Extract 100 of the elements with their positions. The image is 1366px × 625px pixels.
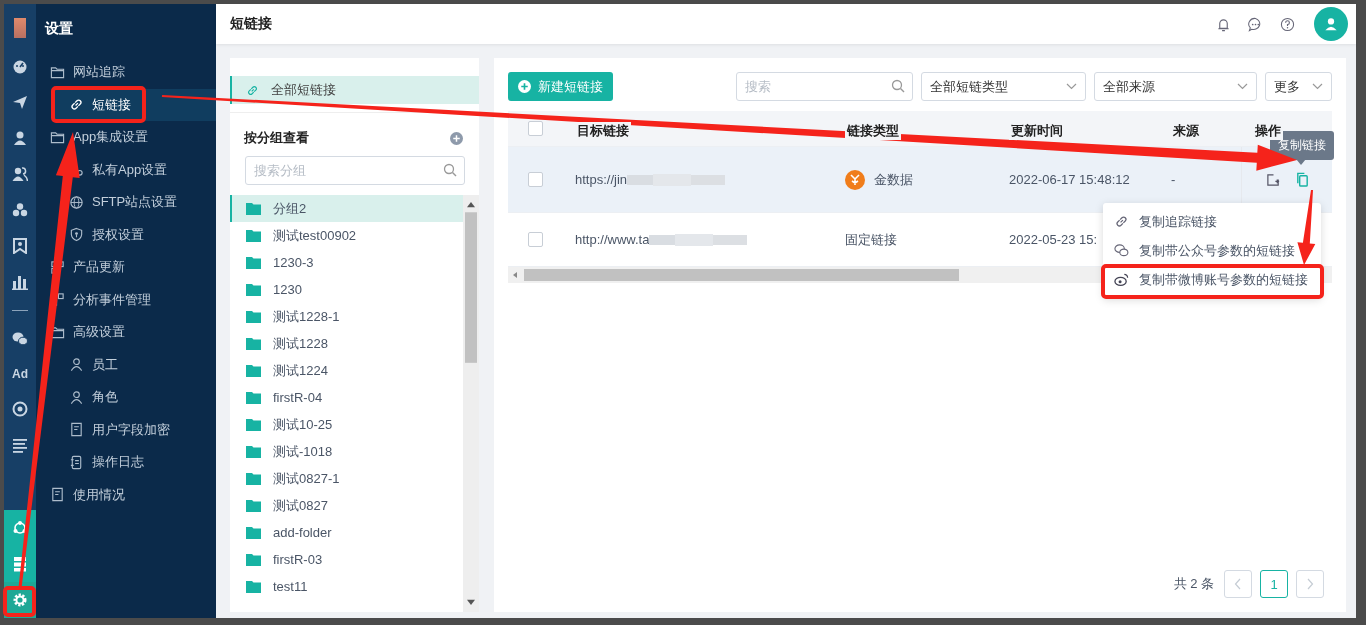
caret-icon [1312,83,1323,90]
section-heading: 按分组查看 [244,129,309,147]
menu-item[interactable]: 复制带公众号参数的短链接 [1103,236,1321,265]
folder-icon [50,129,65,145]
menu-item[interactable]: SFTP站点设置 [52,186,216,219]
folder-icon [246,472,261,485]
folder-icon [246,391,261,404]
paper-plane-icon[interactable] [12,94,28,110]
link-icon [246,83,259,97]
more-button[interactable]: 更多 [1265,72,1332,101]
table-cell-text: 2022-05-23 15: [1008,232,1099,247]
annotation-frame [3,586,36,617]
group-item[interactable]: firstR-03 [230,546,463,573]
person-icon [69,389,84,405]
help-icon[interactable] [1280,16,1295,32]
globe-icon [69,194,84,210]
search-field[interactable]: 搜索分组 [245,156,465,185]
group-item[interactable]: test11 [230,573,463,600]
search-field[interactable]: 搜索 [736,72,913,101]
tooltip-pointer [1296,159,1306,165]
chat-icon[interactable] [1248,16,1263,32]
column-header: 来源 [1171,122,1201,140]
menu-item[interactable]: 授权设置 [52,218,216,251]
group-item[interactable]: 测试10-25 [230,411,463,438]
folder-icon [246,283,261,296]
menu-item[interactable]: 使用情况 [36,478,216,511]
eye-icon [1114,272,1129,287]
menu-title: 设置 [43,19,74,38]
group-item[interactable]: 测试1228 [230,330,463,357]
lines-icon[interactable] [12,437,28,453]
table-cell-text: 2022-06-17 15:48:12 [1008,172,1131,187]
edit-icon[interactable] [1266,172,1281,187]
folder-icon [246,337,261,350]
avatar[interactable] [1314,7,1348,41]
menu-item[interactable]: 网站追踪 [36,56,216,89]
gauge-icon[interactable] [12,58,28,74]
user-icon[interactable] [12,130,28,146]
page-title: 短链接 [230,15,273,33]
all-links-item[interactable]: 全部短链接 [230,76,479,104]
group-item[interactable]: 测试0827 [230,492,463,519]
menu-item[interactable]: 操作日志 [52,446,216,479]
folder-icon [246,310,261,323]
chat-bubbles-icon [1114,243,1129,258]
folder-icon [246,364,261,377]
menu-item[interactable]: 复制带微博账号参数的短链接 [1103,265,1321,294]
link-icon [1114,214,1129,229]
table-cell-text: https://jin [574,172,628,187]
search-icon [891,79,905,93]
checkbox[interactable] [528,172,543,187]
source-select[interactable]: 全部来源 [1094,72,1257,101]
menu-item[interactable]: App集成设置 [36,121,216,154]
group-item[interactable]: 分组2 [230,195,463,222]
group-item[interactable]: 测试test00902 [230,222,463,249]
chevron-right-icon [1306,578,1314,590]
column-header: 目标链接 [575,122,631,140]
settings-icon [12,592,28,608]
link-icon [69,97,84,113]
group-item[interactable]: firstR-04 [230,384,463,411]
group-item[interactable]: 测试1228-1 [230,303,463,330]
disc-icon[interactable] [12,401,28,417]
table-cell: 金数据 [874,170,913,189]
folder-icon [246,499,261,512]
add-icon[interactable] [450,131,463,145]
table-cell-text: http://www.ta [574,232,650,247]
table-cell-text: - [1170,172,1177,187]
menu-item[interactable]: 员工 [52,348,216,381]
bookmark-icon[interactable] [12,238,28,254]
group-item[interactable]: 测试-1018 [230,438,463,465]
shield-icon [69,227,84,243]
group-item[interactable]: 测试1224 [230,357,463,384]
group-item[interactable]: 1230 [230,276,463,303]
log-icon [69,454,84,470]
bell-icon[interactable] [1216,16,1231,32]
folder-icon [246,580,261,593]
document-icon [50,487,65,503]
group-item[interactable]: 1230-3 [230,249,463,276]
circles-icon[interactable] [12,202,28,218]
table-cell: 固定链接 [845,230,897,249]
folder-icon [246,202,261,215]
group-item[interactable]: 测试0827-1 [230,465,463,492]
person-icon [69,357,84,373]
folder-icon [246,553,261,566]
type-select[interactable]: 全部短链类型 [921,72,1086,101]
users-icon[interactable] [12,166,28,182]
add-icon [518,80,531,93]
checkbox[interactable] [528,121,543,136]
menu-item[interactable]: 用户字段加密 [52,413,216,446]
column-header: 更新时间 [1009,122,1065,140]
total-count: 共 2 条 [1173,575,1214,593]
rail-item[interactable]: Ad [12,367,28,381]
folder-icon [246,256,261,269]
caret-icon [1066,83,1077,90]
chevron-left-icon [1234,578,1242,590]
bar-chart-icon[interactable] [12,274,28,290]
group-item[interactable]: add-folder [230,519,463,546]
hub-icon [12,520,28,536]
menu-item[interactable]: 角色 [52,381,216,414]
checkbox[interactable] [528,232,543,247]
chat-icon[interactable] [12,331,28,347]
folder-icon [246,229,261,242]
